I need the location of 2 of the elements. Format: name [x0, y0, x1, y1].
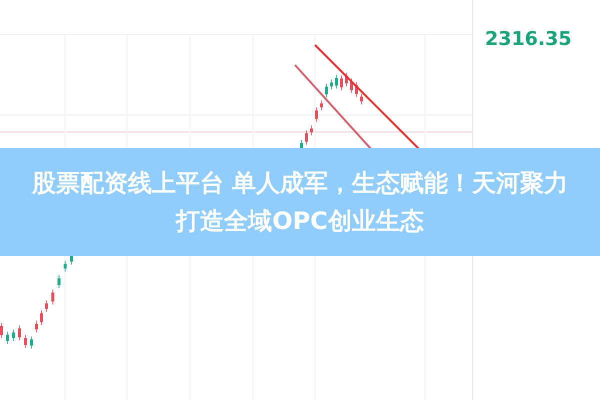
price-value: 2316.35 [485, 28, 573, 50]
headline: 股票配资线上平台 单人成军，生态赋能！天河聚力打造全域OPC创业生态 [30, 168, 570, 237]
